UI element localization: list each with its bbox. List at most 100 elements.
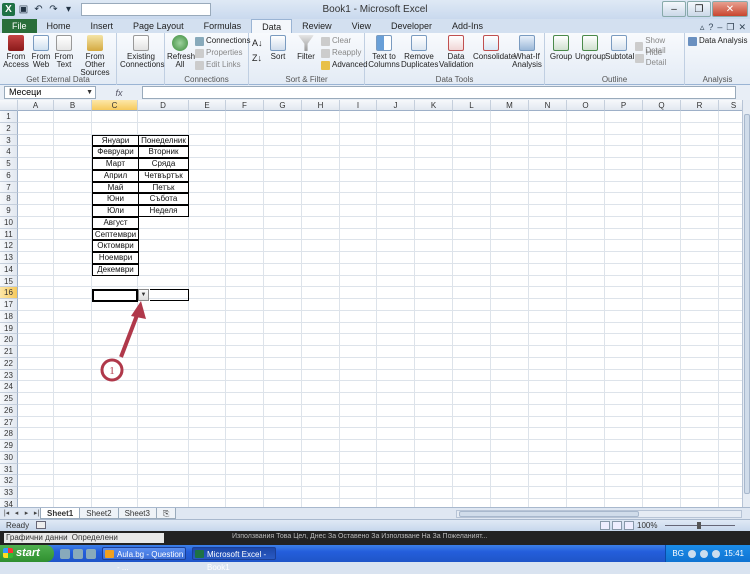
from-other-sources-button[interactable]: From Other Sources (76, 35, 114, 77)
tab-formulas[interactable]: Formulas (194, 19, 252, 33)
tab-insert[interactable]: Insert (81, 19, 124, 33)
normal-view-icon[interactable] (600, 521, 610, 530)
horizontal-scrollbar[interactable] (456, 510, 742, 518)
text-to-columns-icon (376, 35, 392, 51)
from-access-button[interactable]: From Access (3, 35, 29, 69)
edit-links-icon (195, 60, 204, 70)
from-web-button[interactable]: From Web (30, 35, 52, 69)
sort-button[interactable]: Sort (267, 35, 289, 61)
reapply-button[interactable]: Reapply (321, 48, 361, 58)
sort-za-icon[interactable]: Z↓ (252, 53, 262, 63)
formula-bar: Месеци ▼ fx (0, 85, 750, 100)
macro-record-icon[interactable] (36, 521, 46, 529)
formula-input[interactable] (142, 86, 736, 99)
hide-detail-icon (635, 53, 644, 63)
what-if-analysis-button[interactable]: What-If Analysis (511, 35, 543, 69)
ungroup-button[interactable]: Ungroup (575, 35, 606, 61)
refresh-all-button[interactable]: Refresh All (167, 35, 195, 69)
remove-duplicates-icon (411, 35, 427, 51)
group-button[interactable]: Group (548, 35, 574, 61)
vertical-scrollbar[interactable] (742, 100, 750, 507)
tab-page-layout[interactable]: Page Layout (123, 19, 194, 33)
page-break-view-icon[interactable] (624, 521, 634, 530)
minimize-ribbon-icon[interactable]: ▵ (700, 22, 705, 33)
group-outline: Group Ungroup Subtotal Show Detail Hide … (545, 33, 685, 85)
clear-button[interactable]: Clear (321, 36, 351, 46)
worksheet-grid[interactable]: A B C D E F G H I J K L M N O P Q R S 1 2 3 4 5 6 7 8 9 10 11 12 13 14 15… (0, 100, 742, 507)
remove-duplicates-button[interactable]: Remove Duplicates (401, 35, 438, 69)
tray-icon[interactable] (699, 549, 708, 558)
restore-icon[interactable]: ❐ (687, 1, 711, 17)
from-text-button[interactable]: From Text (53, 35, 75, 69)
doc-close-icon[interactable]: ✕ (738, 22, 746, 33)
fx-icon[interactable]: fx (99, 88, 139, 98)
consolidate-button[interactable]: Consolidate (473, 35, 515, 61)
connections-icon (195, 36, 204, 46)
advanced-button[interactable]: Advanced (321, 60, 368, 70)
tab-file[interactable]: File (2, 19, 37, 33)
text-to-columns-button[interactable]: Text to Columns (368, 35, 400, 69)
filter-button[interactable]: Filter (295, 35, 317, 61)
filter-icon (298, 35, 314, 51)
quick-launch-icon[interactable] (60, 548, 70, 559)
tab-developer[interactable]: Developer (381, 19, 442, 33)
quick-launch-icon[interactable] (86, 548, 96, 559)
page-layout-view-icon[interactable] (612, 521, 622, 530)
start-button[interactable]: start (0, 545, 54, 562)
background-window-strip: Графични данни Определени Използвания То… (0, 531, 750, 545)
sort-az-icon[interactable]: A↓ (252, 38, 263, 48)
name-box-dropdown-icon[interactable]: ▼ (86, 87, 93, 98)
sheet-tab-bar: |◂ ◂ ▸ ▸| Sheet1 Sheet2 Sheet3 ⎘ (0, 507, 750, 519)
zoom-level[interactable]: 100% (637, 520, 657, 531)
data-analysis-icon (688, 36, 697, 46)
hide-detail-button[interactable]: Hide Detail (635, 48, 684, 68)
tab-view[interactable]: View (342, 19, 381, 33)
horizontal-scroll-thumb[interactable] (459, 511, 639, 517)
zoom-slider-thumb[interactable] (697, 522, 701, 529)
minimize-icon[interactable]: – (662, 1, 686, 17)
help-icon[interactable]: ? (708, 22, 713, 33)
tray-icon[interactable] (711, 549, 720, 558)
tab-add-ins[interactable]: Add-Ins (442, 19, 493, 33)
annotation-arrow-head (131, 301, 146, 319)
sheet-tab-sheet1[interactable]: Sheet1 (40, 508, 81, 519)
close-icon[interactable]: ✕ (712, 1, 748, 17)
ribbon-window-controls: ▵ ? – ❐ ✕ (700, 22, 750, 33)
doc-restore-icon[interactable]: ❐ (726, 22, 734, 33)
taskbar-item-aula[interactable]: Aula.bg - Question - ... (102, 547, 186, 572)
view-buttons (600, 521, 634, 530)
taskbar-item-excel[interactable]: Microsoft Excel - Book1 (192, 547, 276, 572)
other-sources-icon (87, 35, 103, 51)
tab-review[interactable]: Review (292, 19, 342, 33)
first-sheet-icon[interactable]: |◂ (2, 509, 11, 518)
existing-connections-button[interactable]: Existing Connections (120, 35, 164, 69)
group-sort-filter: A↓ Z↓ Sort Filter Clear Reapply Advanced… (249, 33, 368, 85)
data-validation-button[interactable]: Data Validation (439, 35, 474, 69)
quick-launch-icon[interactable] (73, 548, 83, 559)
sheet-tab-sheet2[interactable]: Sheet2 (79, 508, 119, 519)
subtotal-button[interactable]: Subtotal (605, 35, 634, 61)
text-file-icon (56, 35, 72, 51)
prev-sheet-icon[interactable]: ◂ (12, 509, 21, 518)
language-indicator[interactable]: BG (672, 549, 684, 558)
tray-icon[interactable] (687, 549, 696, 558)
edit-links-button[interactable]: Edit Links (195, 60, 241, 70)
sheet-tab-sheet3[interactable]: Sheet3 (117, 508, 157, 519)
next-sheet-icon[interactable]: ▸ (22, 509, 31, 518)
connections-button[interactable]: Connections (195, 36, 250, 46)
window-title: Book1 - Microsoft Excel (322, 4, 428, 15)
data-analysis-button[interactable]: Data Analysis (688, 36, 747, 46)
tab-home[interactable]: Home (37, 19, 81, 33)
tab-data[interactable]: Data (251, 19, 293, 33)
vertical-scroll-thumb[interactable] (744, 114, 750, 494)
web-icon (33, 35, 49, 51)
doc-minimize-icon[interactable]: – (717, 22, 722, 33)
name-box[interactable]: Месеци ▼ (4, 86, 96, 99)
insert-sheet-icon[interactable]: ⎘ (155, 508, 177, 519)
properties-button[interactable]: Properties (195, 48, 242, 58)
sort-icon (270, 35, 286, 51)
ribbon-data: From Access From Web From Text From Othe… (0, 33, 750, 85)
existing-connections-icon (133, 35, 149, 51)
ribbon-tabs: File Home Insert Page Layout Formulas Da… (0, 19, 750, 33)
quick-launch (60, 548, 96, 559)
